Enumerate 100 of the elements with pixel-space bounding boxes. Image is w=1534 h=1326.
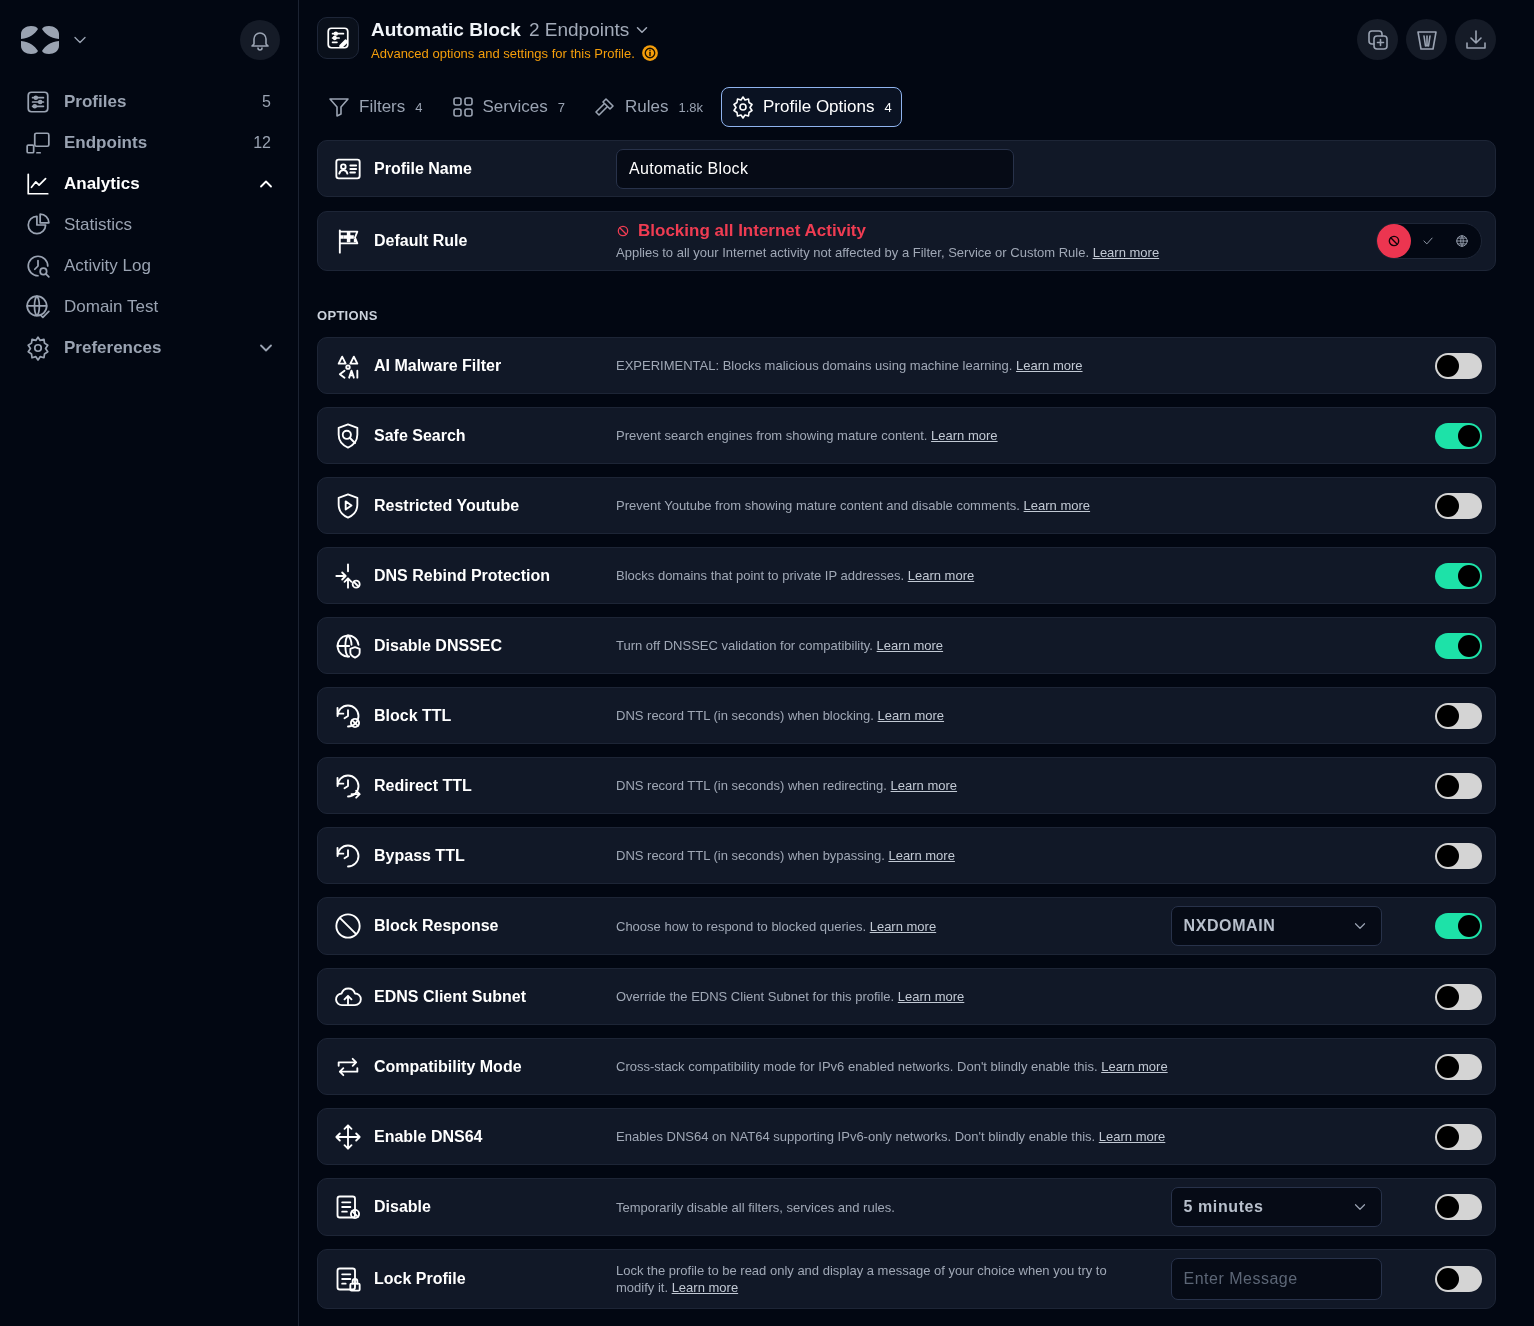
learn-more-link[interactable]: Learn more: [907, 568, 975, 583]
option-description: DNS record TTL (in seconds) when redirecting. Learn more: [616, 777, 959, 794]
globe-check-icon: [25, 294, 51, 320]
toggle-switch[interactable]: [1435, 1266, 1482, 1292]
toggle-switch[interactable]: [1435, 702, 1482, 729]
download-icon: [1463, 27, 1488, 52]
nav-item[interactable]: Analytics: [25, 170, 276, 198]
option-label: Disable: [374, 1198, 431, 1216]
dropdown[interactable]: NXDOMAIN: [1170, 906, 1382, 946]
copy-add-icon: [1365, 27, 1390, 52]
option-description: DNS record TTL (in seconds) when bypassing. Learn more: [616, 847, 956, 864]
option-label: EDNS Client Subnet: [374, 987, 526, 1006]
learn-more-link[interactable]: Learn more: [888, 848, 955, 863]
learn-more-link[interactable]: Learn more: [1016, 358, 1083, 373]
toggle-switch[interactable]: [1435, 1123, 1482, 1150]
profile-name-field[interactable]: Automatic Block: [616, 148, 1014, 189]
option-label: DNS Rebind Protection: [374, 566, 550, 585]
learn-more-link[interactable]: Learn more: [897, 989, 965, 1004]
devices-icon: [25, 130, 51, 156]
toggle-switch[interactable]: [1435, 632, 1482, 659]
learn-more-link[interactable]: Learn more: [1092, 245, 1160, 260]
option-description: DNS record TTL (in seconds) when blocking. Learn more: [616, 707, 946, 724]
toggle-switch[interactable]: [1435, 562, 1482, 589]
sliders-icon: [25, 89, 51, 115]
clock-search-icon: [25, 253, 51, 279]
toggle-switch[interactable]: [1435, 422, 1482, 449]
learn-more-link[interactable]: Learn more: [869, 918, 937, 934]
list-block-icon: [334, 1193, 362, 1221]
option-label: Profile Name: [374, 159, 472, 178]
option-label: Disable DNSSEC: [374, 636, 503, 655]
option-description: Blocks domains that point to private IP addresses. Learn more: [616, 567, 976, 584]
toggle-switch[interactable]: [1435, 772, 1482, 799]
profile-icon: [317, 17, 359, 59]
info-icon[interactable]: [640, 44, 659, 62]
toggle-switch[interactable]: [1435, 913, 1482, 939]
option-description: Prevent search engines from showing mature content. Learn more: [616, 427, 999, 444]
globe-icon: [1455, 234, 1469, 248]
nav-item[interactable]: Domain Test: [25, 293, 276, 321]
block-option[interactable]: [1377, 224, 1411, 258]
option-description: Choose how to respond to blocked queries. Learn more: [616, 917, 938, 935]
option-label: Redirect TTL: [374, 776, 472, 795]
profile-title: Automatic Block: [371, 19, 521, 41]
toggle-switch[interactable]: [1435, 1053, 1482, 1080]
learn-more-link[interactable]: Learn more: [931, 428, 998, 443]
nav-item[interactable]: Activity Log: [25, 252, 276, 280]
option-label: Block TTL: [374, 706, 452, 725]
section-heading: OPTIONS: [317, 308, 379, 323]
logo-icon[interactable]: [18, 24, 62, 56]
learn-more-link[interactable]: Learn more: [1023, 498, 1091, 513]
tab[interactable]: Rules 1.8k: [582, 87, 713, 127]
option-label: AI Malware Filter: [374, 356, 502, 375]
duplicate-button[interactable]: [1357, 19, 1398, 60]
learn-more-link[interactable]: Learn more: [876, 638, 944, 653]
option-description: Cross-stack compatibility mode for IPv6 enabled networks. Don't blindly enable this. Learn more: [616, 1058, 1169, 1075]
toggle-switch[interactable]: [1435, 842, 1482, 869]
learn-more-link[interactable]: Learn more: [877, 708, 945, 723]
learn-more-link[interactable]: Learn more: [671, 1280, 739, 1295]
prohibited-icon: [334, 912, 362, 940]
dropdown[interactable]: 5 minutes: [1170, 1187, 1382, 1227]
toggle-switch[interactable]: [1435, 352, 1482, 379]
option-description: EXPERIMENTAL: Blocks malicious domains using machine learning. Learn more: [616, 357, 1084, 374]
arrows-cross-icon: [334, 1122, 362, 1151]
hammer-icon: [592, 95, 617, 119]
prohibited-icon: [616, 224, 630, 238]
message-field[interactable]: Enter Message: [1170, 1258, 1382, 1300]
nav-item[interactable]: Endpoints 12: [25, 129, 276, 157]
option-description: Prevent Youtube from showing mature content and disable comments. Learn more: [616, 497, 1092, 514]
option-description: Turn off DNSSEC validation for compatibility. Learn more: [616, 637, 945, 654]
nav-item[interactable]: Preferences: [25, 334, 276, 362]
nav-item[interactable]: Profiles 5: [25, 88, 276, 116]
prohibited-icon: [1387, 234, 1401, 248]
toggle-switch[interactable]: [1435, 1194, 1482, 1220]
notifications-button[interactable]: [240, 20, 280, 60]
learn-more-link[interactable]: Learn more: [890, 778, 958, 793]
option-description: Override the EDNS Client Subnet for this profile. Learn more: [616, 988, 966, 1005]
toggle-switch[interactable]: [1435, 983, 1482, 1010]
line-chart-icon: [25, 171, 51, 197]
option-label: Block Response: [374, 917, 499, 935]
option-description: Lock the profile to be read only and display a message of your choice when you try to modify it. Learn more: [616, 1262, 1108, 1296]
settings-icon: [25, 335, 51, 361]
filter-icon: [327, 95, 351, 119]
learn-more-link[interactable]: Learn more: [1101, 1059, 1168, 1074]
tab[interactable]: Services 7: [440, 87, 575, 127]
tab[interactable]: Filters 4: [317, 87, 433, 127]
download-button[interactable]: [1455, 19, 1496, 60]
endpoints-dropdown[interactable]: 2 Endpoints: [528, 19, 652, 41]
nav-item[interactable]: Statistics: [25, 211, 276, 239]
delete-button[interactable]: [1406, 19, 1447, 60]
grid-icon: [450, 95, 475, 119]
option-label: Compatibility Mode: [374, 1057, 522, 1076]
tab[interactable]: Profile Options 4: [721, 87, 902, 127]
arrows-block-icon: [334, 561, 362, 590]
option-label: Default Rule: [374, 232, 468, 250]
option-description: Enables DNS64 on NAT64 supporting IPv6-only networks. Don't blindly enable this. Learn more: [616, 1128, 1167, 1145]
learn-more-link[interactable]: Learn more: [1098, 1129, 1166, 1144]
toggle-switch[interactable]: [1435, 492, 1482, 519]
rule-status: Blocking all Internet Activity: [638, 221, 866, 241]
option-description: Temporarily disable all filters, services and rules.: [616, 1198, 896, 1216]
option-label: Safe Search: [374, 426, 466, 445]
settings-icon: [731, 95, 755, 119]
